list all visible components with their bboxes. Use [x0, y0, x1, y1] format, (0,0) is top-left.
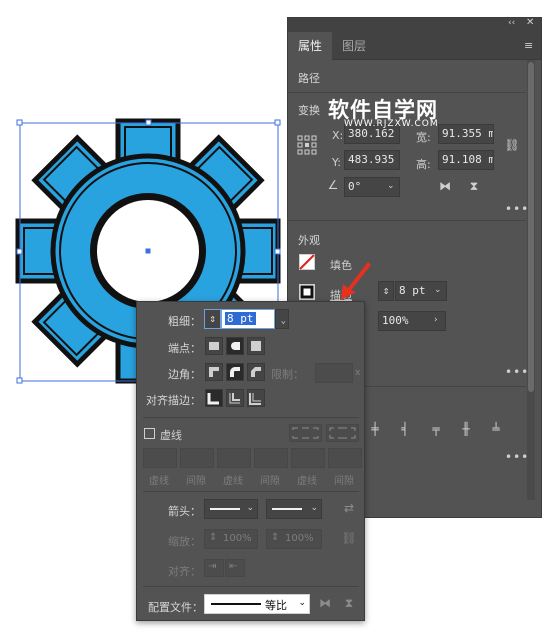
dash-label-2: 虚线: [223, 476, 243, 487]
gap-field-1[interactable]: [180, 448, 214, 468]
profile-value: 等比: [265, 599, 287, 612]
link-scale-icon[interactable]: ⛓: [341, 531, 357, 545]
chevron-down-icon: ⌄: [310, 503, 318, 513]
end-arrowhead-dropdown[interactable]: ⌄: [266, 499, 322, 519]
dash-label-3: 虚线: [297, 476, 317, 487]
dash-field-3[interactable]: [291, 448, 325, 468]
swap-arrowheads-icon[interactable]: ⇄: [341, 501, 357, 515]
corner-label: 边角：: [168, 368, 201, 381]
butt-cap-button[interactable]: [205, 337, 223, 355]
chevron-down-icon: ⌄: [298, 598, 306, 608]
scale-label: 缩放：: [168, 535, 201, 548]
gap-field-2[interactable]: [254, 448, 288, 468]
arrow-extend-icon[interactable]: ⇥: [204, 559, 224, 577]
chevron-down-icon: ⌄: [246, 503, 254, 513]
chevron-down-icon: ⌄: [280, 316, 286, 326]
flip-along-icon[interactable]: ⧓: [318, 596, 332, 610]
dash-preserve-icon[interactable]: [289, 424, 322, 442]
align-stroke-center-button[interactable]: [205, 389, 223, 407]
flip-across-icon[interactable]: ⧗: [342, 596, 356, 611]
round-cap-button[interactable]: [226, 337, 244, 355]
line-preview-icon: [272, 508, 302, 510]
scale-end-field[interactable]: ⇕ 100%: [266, 529, 322, 549]
align-stroke-outside-button[interactable]: [247, 389, 265, 407]
gap-label-2: 间隙: [260, 476, 280, 487]
dash-label-1: 虚线: [149, 476, 169, 487]
gap-label-1: 间隙: [186, 476, 206, 487]
limit-label: 限制：: [271, 368, 304, 381]
projecting-cap-button[interactable]: [247, 337, 265, 355]
weight-label: 粗细：: [168, 315, 201, 328]
limit-unit: x: [355, 368, 361, 378]
miter-join-button[interactable]: [205, 363, 223, 381]
weight-dropdown[interactable]: ⌄: [275, 309, 289, 329]
limit-field[interactable]: [315, 363, 353, 383]
dash-field-2[interactable]: [217, 448, 251, 468]
dashed-line-label: 虚线: [160, 429, 182, 442]
align-stroke-inside-button[interactable]: [226, 389, 244, 407]
dashed-line-checkbox[interactable]: [144, 428, 155, 439]
red-arrow-to-stroke-label: [341, 262, 371, 300]
line-preview-icon: [210, 508, 240, 510]
round-join-button[interactable]: [226, 363, 244, 381]
arrow-inside-icon[interactable]: ⇤: [225, 559, 245, 577]
width-profile-dropdown[interactable]: 等比 ⌄: [204, 594, 310, 614]
dash-field-1[interactable]: [143, 448, 177, 468]
bevel-join-button[interactable]: [247, 363, 265, 381]
profile-label: 配置文件：: [148, 601, 203, 614]
scale-start-field[interactable]: ⇕ 100%: [204, 529, 258, 549]
weight-stepper[interactable]: ⇕: [204, 309, 221, 329]
start-arrowhead-dropdown[interactable]: ⌄: [204, 499, 258, 519]
gap-label-3: 间隙: [334, 476, 354, 487]
gap-field-3[interactable]: [328, 448, 362, 468]
stroke-options-popup: 粗细： ⇕ 8 pt ⌄ 端点： 边角： 限制： x 对齐描边： 虚线 虚线 间…: [136, 301, 365, 621]
cap-label: 端点：: [168, 342, 201, 355]
weight-input-selected-text: 8 pt: [225, 312, 256, 325]
arrowhead-label: 箭头：: [168, 505, 201, 518]
dash-align-corners-icon[interactable]: [326, 424, 359, 442]
profile-preview-icon: [211, 603, 261, 605]
align-arrow-label: 对齐：: [168, 565, 201, 578]
weight-input[interactable]: 8 pt: [221, 309, 275, 329]
align-stroke-label: 对齐描边：: [146, 394, 201, 407]
